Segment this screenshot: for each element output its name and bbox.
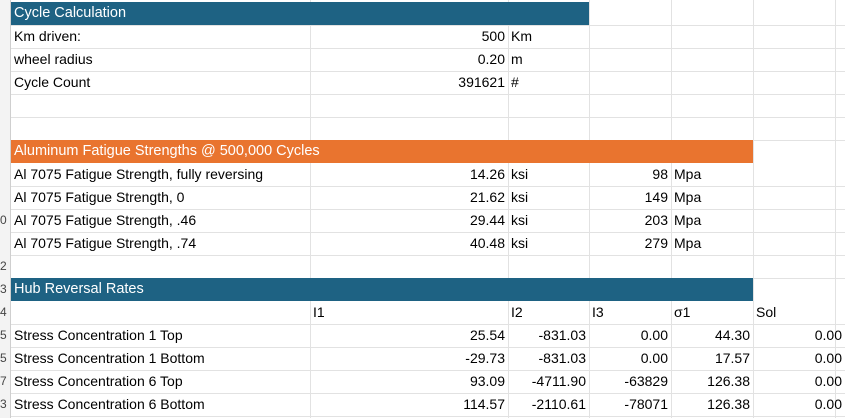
fatigue-mpa-value[interactable]: 149 bbox=[589, 186, 671, 209]
stress-row-label[interactable]: Stress Concentration 1 Bottom bbox=[11, 347, 310, 370]
km-driven-unit[interactable]: Km bbox=[508, 25, 589, 48]
column-header-i2[interactable]: I2 bbox=[508, 301, 589, 324]
fatigue-mpa-unit[interactable]: Mpa bbox=[671, 186, 753, 209]
wheel-radius-label[interactable]: wheel radius bbox=[11, 48, 310, 71]
fatigue-mpa-value[interactable]: 203 bbox=[589, 209, 671, 232]
stress-i1-value[interactable]: 93.09 bbox=[310, 370, 508, 393]
fatigue-ksi-value[interactable]: 14.26 bbox=[310, 163, 508, 186]
row-divider bbox=[0, 117, 845, 118]
wheel-radius-unit[interactable]: m bbox=[508, 48, 589, 71]
fatigue-ksi-value[interactable]: 40.48 bbox=[310, 232, 508, 255]
cycle-count-unit[interactable]: # bbox=[508, 71, 589, 94]
stress-sigma1-value[interactable]: 126.38 bbox=[671, 370, 753, 393]
stress-sigma1-value[interactable]: 17.57 bbox=[671, 347, 753, 370]
fatigue-ksi-unit[interactable]: ksi bbox=[508, 232, 589, 255]
stress-i2-value[interactable]: -2110.61 bbox=[508, 393, 589, 416]
stress-i1-value[interactable]: 114.57 bbox=[310, 393, 508, 416]
row-header-number[interactable]: 4 bbox=[0, 301, 10, 324]
stress-sigma1-value[interactable]: 44.30 bbox=[671, 324, 753, 347]
fatigue-ksi-unit[interactable]: ksi bbox=[508, 186, 589, 209]
row-header-number[interactable]: 0 bbox=[0, 209, 10, 232]
stress-i1-value[interactable]: 25.54 bbox=[310, 324, 508, 347]
row-header-number[interactable]: 5 bbox=[0, 324, 10, 347]
km-driven-value[interactable]: 500 bbox=[310, 25, 508, 48]
column-header-i3[interactable]: I3 bbox=[589, 301, 671, 324]
stress-row-label[interactable]: Stress Concentration 1 Top bbox=[11, 324, 310, 347]
row-header-number[interactable]: 7 bbox=[0, 370, 10, 393]
row-header-number[interactable]: 5 bbox=[0, 347, 10, 370]
row-header-number[interactable]: 3 bbox=[0, 393, 10, 416]
fatigue-mpa-unit[interactable]: Mpa bbox=[671, 232, 753, 255]
hub-reversal-header[interactable]: Hub Reversal Rates bbox=[11, 278, 753, 301]
stress-row-label[interactable]: Stress Concentration 6 Top bbox=[11, 370, 310, 393]
stress-i3-value[interactable]: 0.00 bbox=[589, 324, 671, 347]
stress-i3-value[interactable]: -78071 bbox=[589, 393, 671, 416]
row-divider bbox=[0, 94, 845, 95]
fatigue-ksi-unit[interactable]: ksi bbox=[508, 163, 589, 186]
column-header-sigma1[interactable]: σ1 bbox=[671, 301, 753, 324]
fatigue-label[interactable]: Al 7075 Fatigue Strength, .74 bbox=[11, 232, 310, 255]
stress-row-label[interactable]: Stress Concentration 6 Bottom bbox=[11, 393, 310, 416]
column-header-sol[interactable]: Sol bbox=[753, 301, 835, 324]
fatigue-label[interactable]: Al 7075 Fatigue Strength, fully reversin… bbox=[11, 163, 310, 186]
fatigue-mpa-unit[interactable]: Mpa bbox=[671, 209, 753, 232]
fatigue-ksi-value[interactable]: 29.44 bbox=[310, 209, 508, 232]
stress-sol-value[interactable]: 0.00 bbox=[753, 393, 845, 416]
stress-i3-value[interactable]: -63829 bbox=[589, 370, 671, 393]
stress-i1-value[interactable]: -29.73 bbox=[310, 347, 508, 370]
stress-i2-value[interactable]: -831.03 bbox=[508, 324, 589, 347]
fatigue-label[interactable]: Al 7075 Fatigue Strength, 0 bbox=[11, 186, 310, 209]
row-header-number[interactable]: 2 bbox=[0, 255, 10, 278]
cycle-count-value[interactable]: 391621 bbox=[310, 71, 508, 94]
fatigue-mpa-value[interactable]: 98 bbox=[589, 163, 671, 186]
column-header-i1[interactable]: I1 bbox=[310, 301, 508, 324]
cycle-calculation-header[interactable]: Cycle Calculation bbox=[11, 2, 589, 25]
fatigue-mpa-unit[interactable]: Mpa bbox=[671, 163, 753, 186]
fatigue-mpa-value[interactable]: 279 bbox=[589, 232, 671, 255]
spreadsheet-grid[interactable]: 0 2 3 4 5 5 7 3 Cycle Calculation Km dri… bbox=[0, 0, 845, 418]
cycle-count-label[interactable]: Cycle Count bbox=[11, 71, 310, 94]
stress-sol-value[interactable]: 0.00 bbox=[753, 324, 845, 347]
stress-sol-value[interactable]: 0.00 bbox=[753, 370, 845, 393]
stress-sol-value[interactable]: 0.00 bbox=[753, 347, 845, 370]
km-driven-label[interactable]: Km driven: bbox=[11, 25, 310, 48]
stress-i2-value[interactable]: -831.03 bbox=[508, 347, 589, 370]
row-divider bbox=[0, 416, 845, 417]
fatigue-ksi-value[interactable]: 21.62 bbox=[310, 186, 508, 209]
stress-i2-value[interactable]: -4711.90 bbox=[508, 370, 589, 393]
stress-i3-value[interactable]: 0.00 bbox=[589, 347, 671, 370]
row-header-number[interactable]: 3 bbox=[0, 278, 10, 301]
wheel-radius-value[interactable]: 0.20 bbox=[310, 48, 508, 71]
fatigue-label[interactable]: Al 7075 Fatigue Strength, .46 bbox=[11, 209, 310, 232]
fatigue-ksi-unit[interactable]: ksi bbox=[508, 209, 589, 232]
row-divider bbox=[0, 255, 845, 256]
stress-sigma1-value[interactable]: 126.38 bbox=[671, 393, 753, 416]
fatigue-strengths-header[interactable]: Aluminum Fatigue Strengths @ 500,000 Cyc… bbox=[11, 140, 753, 163]
